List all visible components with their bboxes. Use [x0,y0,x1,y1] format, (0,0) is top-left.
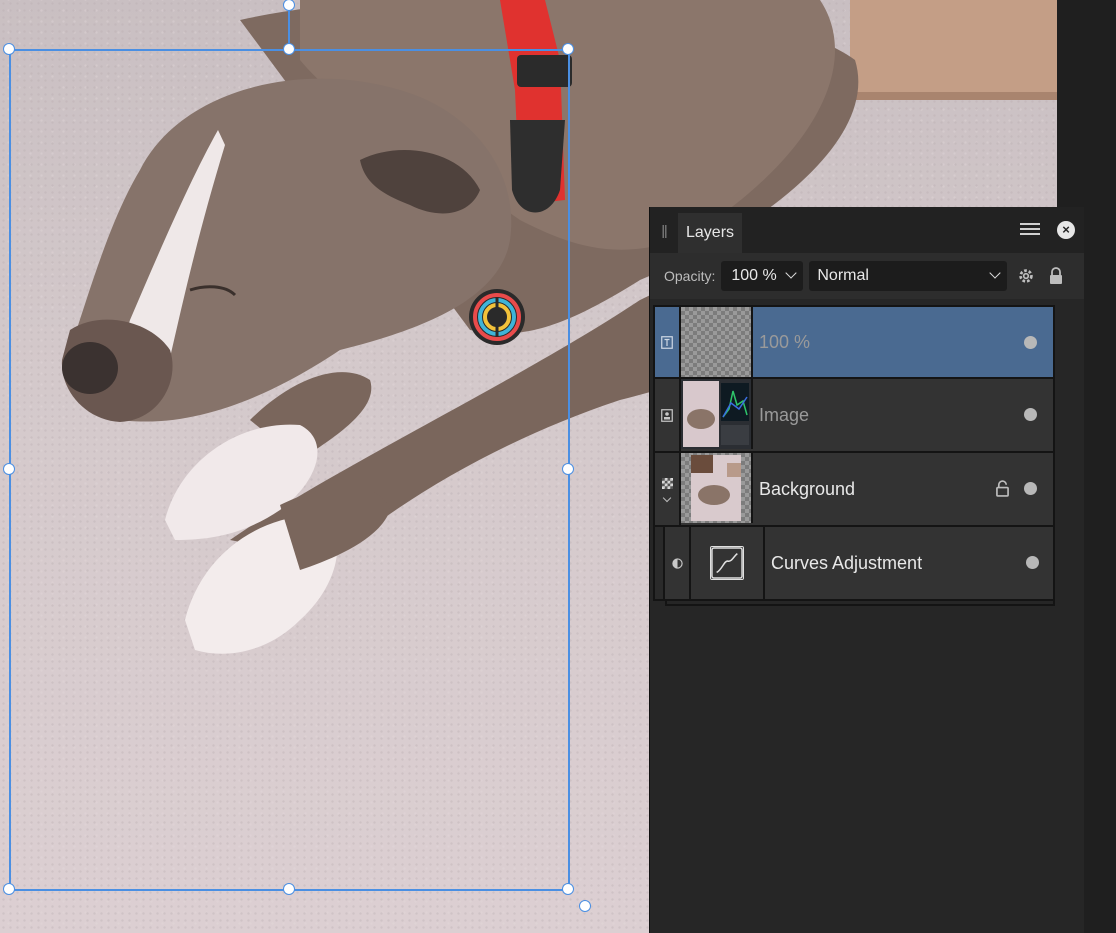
blend-mode-value: Normal [817,267,869,284]
image-layer-icon [655,379,681,451]
layer-row-curves[interactable]: Curves Adjustment [653,527,1055,601]
lock-icon[interactable] [1049,267,1063,285]
layer-properties-bar: Opacity: 100 % Normal [650,253,1084,299]
visibility-toggle[interactable] [1024,336,1037,349]
visibility-toggle[interactable] [1024,482,1037,495]
opacity-dropdown[interactable]: 100 % [721,261,804,291]
blend-mode-dropdown[interactable]: Normal [809,261,1008,291]
expand-chevron-icon[interactable] [662,493,672,502]
handle-bottom-right[interactable] [562,883,574,895]
handle-top-left[interactable] [3,43,15,55]
handle-top-right[interactable] [562,43,574,55]
text-layer-icon [655,307,681,377]
handle-skew[interactable] [579,900,591,912]
layer-list: 100 % Image Background Curves Adjustment [653,305,1055,606]
panel-header: || Layers × [650,207,1084,253]
child-indent [653,527,665,601]
lock-icon[interactable] [996,480,1009,497]
handle-bottom-left[interactable] [3,883,15,895]
layer-thumbnail [681,379,753,449]
handle-middle-right[interactable] [562,463,574,475]
handle-bottom-center[interactable] [283,883,295,895]
pixel-layer-icon [655,453,681,525]
layer-row-image[interactable]: Image [653,379,1055,453]
layer-row-background[interactable]: Background [653,453,1055,527]
layer-name[interactable]: Image [753,379,1053,451]
adjustment-layer-icon [665,527,691,599]
tab-layers[interactable]: Layers [678,213,743,253]
panel-close-icon[interactable]: × [1057,221,1075,239]
chevron-down-icon [989,267,1002,279]
handle-middle-left[interactable] [3,463,15,475]
layer-name[interactable]: 100 % [753,307,1053,377]
layers-panel: || Layers × Opacity: 100 % Normal 100 % … [649,207,1084,933]
opacity-label: Opacity: [664,268,716,284]
handle-top-center[interactable] [283,43,295,55]
layer-thumbnail [691,527,765,599]
layer-row-text[interactable]: 100 % [653,305,1055,379]
visibility-toggle[interactable] [1026,556,1039,569]
opacity-value: 100 % [731,267,777,284]
gear-icon[interactable] [1017,267,1035,285]
panel-menu-icon[interactable] [1020,220,1040,238]
curves-icon [710,546,744,580]
panel-grip-icon[interactable]: || [650,222,678,238]
visibility-toggle[interactable] [1024,408,1037,421]
chevron-down-icon [785,267,798,279]
group-end-line [665,601,1055,606]
layer-name[interactable]: Curves Adjustment [765,527,1053,599]
layer-thumbnail [681,307,753,377]
layer-thumbnail [681,453,753,523]
